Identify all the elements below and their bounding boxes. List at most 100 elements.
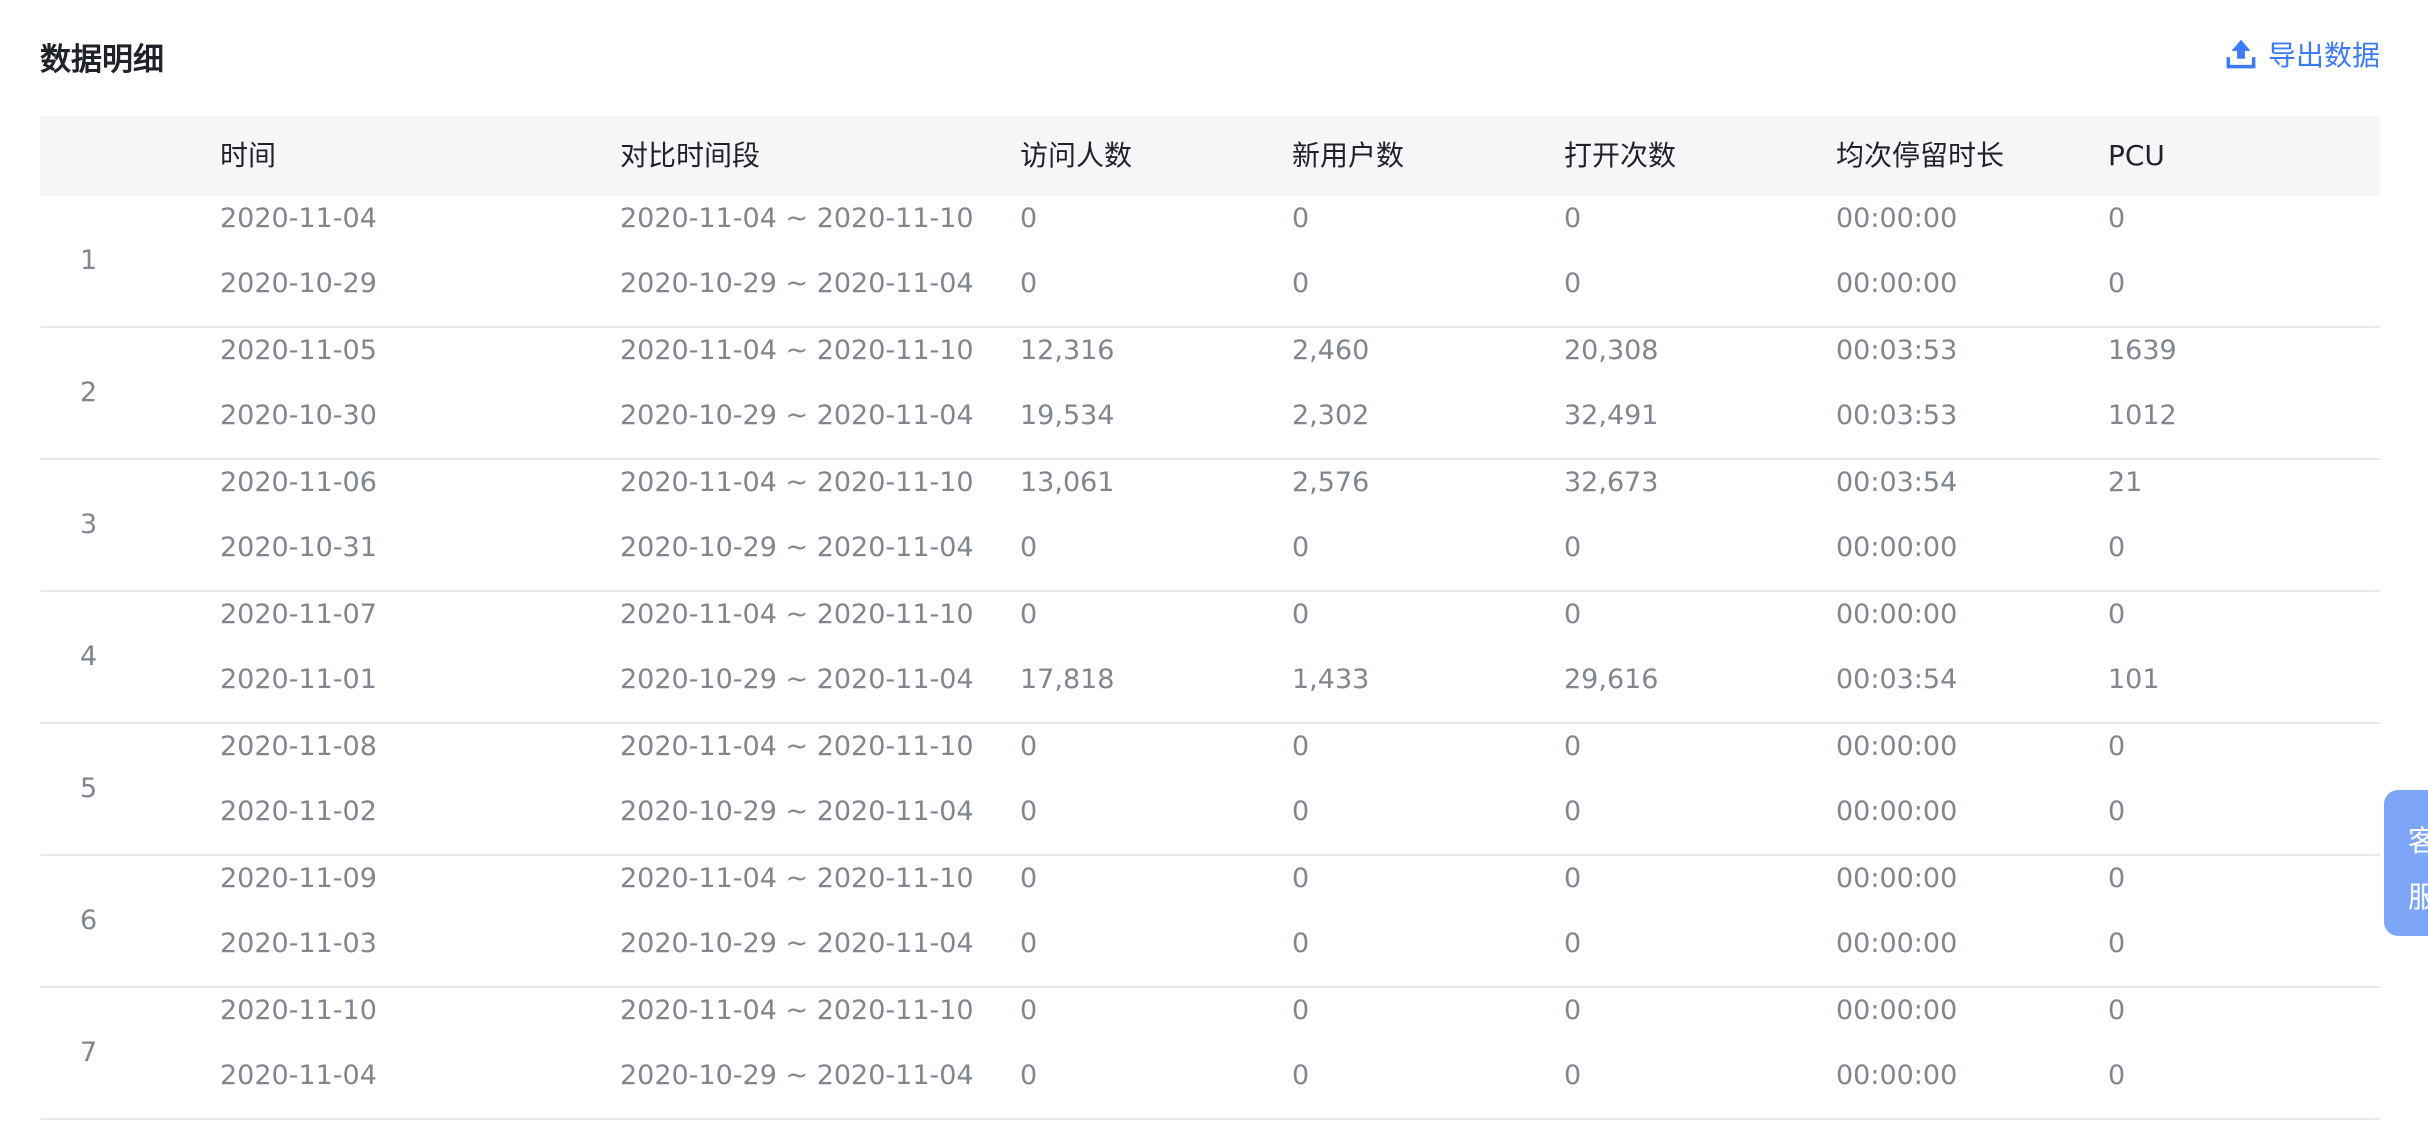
table-row: 2020-11-10 2020-11-04 ~ 2020-11-10 0 0 0 00:0… xyxy=(40,991,2380,1031)
column-header-avg-stay[interactable]: 均次停留时长 xyxy=(1836,116,2004,196)
cell-visitors: 0 xyxy=(1020,995,1038,1026)
cell-pcu: 0 xyxy=(2108,599,2126,630)
column-header-opens[interactable]: 打开次数 xyxy=(1564,116,1676,196)
table-row-group: 6 2020-11-09 2020-11-04 ~ 2020-11-10 0 0 0 00:… xyxy=(40,856,2380,988)
cell-pcu: 101 xyxy=(2108,664,2160,695)
table-body: 1 2020-11-04 2020-11-04 ~ 2020-11-10 0 0 0 00:… xyxy=(40,196,2380,1120)
cell-new-users: 2,302 xyxy=(1292,400,1370,431)
cell-opens: 0 xyxy=(1564,731,1582,762)
table-row-group: 3 2020-11-06 2020-11-04 ~ 2020-11-10 13,061… xyxy=(40,460,2380,592)
column-header-new-users[interactable]: 新用户数 xyxy=(1292,116,1404,196)
cell-compare-period: 2020-10-29 ~ 2020-11-04 xyxy=(620,1060,974,1091)
cell-compare-period: 2020-10-29 ~ 2020-11-04 xyxy=(620,268,974,299)
data-detail-table: 时间 对比时间段 访问人数 新用户数 打开次数 均次停留时长 PCU 1 2020… xyxy=(40,116,2380,1120)
cell-time: 2020-11-04 xyxy=(220,1060,377,1091)
column-header-visitors[interactable]: 访问人数 xyxy=(1020,116,1132,196)
cell-avg-stay: 00:00:00 xyxy=(1836,268,1958,299)
cell-new-users: 0 xyxy=(1292,203,1310,234)
cell-opens: 0 xyxy=(1564,268,1582,299)
table-row: 2020-11-08 2020-11-04 ~ 2020-11-10 0 0 0 00:0… xyxy=(40,727,2380,767)
cell-pcu: 0 xyxy=(2108,1060,2126,1091)
column-header-compare-period[interactable]: 对比时间段 xyxy=(620,116,760,196)
cell-avg-stay: 00:00:00 xyxy=(1836,1060,1958,1091)
cell-new-users: 0 xyxy=(1292,268,1310,299)
cell-opens: 20,308 xyxy=(1564,335,1659,366)
cell-opens: 0 xyxy=(1564,928,1582,959)
cell-visitors: 13,061 xyxy=(1020,467,1115,498)
cell-time: 2020-11-10 xyxy=(220,995,377,1026)
cell-opens: 0 xyxy=(1564,532,1582,563)
cell-new-users: 0 xyxy=(1292,928,1310,959)
export-data-label: 导出数据 xyxy=(2267,39,2380,72)
customer-service-tab[interactable]: 客 服 xyxy=(2384,790,2428,936)
cell-pcu: 1012 xyxy=(2108,400,2177,431)
cell-pcu: 0 xyxy=(2108,268,2126,299)
cell-pcu: 0 xyxy=(2108,532,2126,563)
cell-pcu: 0 xyxy=(2108,731,2126,762)
cell-visitors: 12,316 xyxy=(1020,335,1115,366)
cell-visitors: 0 xyxy=(1020,863,1038,894)
cell-new-users: 0 xyxy=(1292,599,1310,630)
cell-avg-stay: 00:00:00 xyxy=(1836,731,1958,762)
cell-compare-period: 2020-10-29 ~ 2020-11-04 xyxy=(620,532,974,563)
cell-time: 2020-11-07 xyxy=(220,599,377,630)
cell-visitors: 0 xyxy=(1020,599,1038,630)
table-row-group: 7 2020-11-10 2020-11-04 ~ 2020-11-10 0 0 0 00:… xyxy=(40,988,2380,1120)
table-row: 2020-11-09 2020-11-04 ~ 2020-11-10 0 0 0 00:0… xyxy=(40,859,2380,899)
cell-opens: 32,673 xyxy=(1564,467,1659,498)
cell-pcu: 0 xyxy=(2108,995,2126,1026)
cell-new-users: 0 xyxy=(1292,1060,1310,1091)
cell-new-users: 0 xyxy=(1292,995,1310,1026)
cell-compare-period: 2020-10-29 ~ 2020-11-04 xyxy=(620,796,974,827)
column-header-pcu[interactable]: PCU xyxy=(2108,116,2165,196)
table-row-group: 1 2020-11-04 2020-11-04 ~ 2020-11-10 0 0 0 00:… xyxy=(40,196,2380,328)
cell-avg-stay: 00:03:54 xyxy=(1836,664,1958,695)
cell-visitors: 19,534 xyxy=(1020,400,1115,431)
cell-avg-stay: 00:00:00 xyxy=(1836,796,1958,827)
cell-avg-stay: 00:03:53 xyxy=(1836,400,1958,431)
cell-opens: 0 xyxy=(1564,599,1582,630)
cell-opens: 0 xyxy=(1564,995,1582,1026)
cell-compare-period: 2020-11-04 ~ 2020-11-10 xyxy=(620,467,974,498)
cell-time: 2020-11-08 xyxy=(220,731,377,762)
cell-avg-stay: 00:00:00 xyxy=(1836,532,1958,563)
table-row: 2020-10-31 2020-10-29 ~ 2020-11-04 0 0 0 00:0… xyxy=(40,528,2380,568)
cell-new-users: 0 xyxy=(1292,731,1310,762)
table-row: 2020-11-02 2020-10-29 ~ 2020-11-04 0 0 0 00:0… xyxy=(40,792,2380,832)
cell-new-users: 0 xyxy=(1292,863,1310,894)
table-row: 2020-11-07 2020-11-04 ~ 2020-11-10 0 0 0 00:0… xyxy=(40,595,2380,635)
table-row-group: 5 2020-11-08 2020-11-04 ~ 2020-11-10 0 0 0 00:… xyxy=(40,724,2380,856)
table-row: 2020-11-05 2020-11-04 ~ 2020-11-10 12,316 2… xyxy=(40,331,2380,371)
cell-new-users: 0 xyxy=(1292,532,1310,563)
cell-time: 2020-11-09 xyxy=(220,863,377,894)
customer-service-label-2: 服 xyxy=(2408,880,2428,914)
cell-opens: 32,491 xyxy=(1564,400,1659,431)
cell-compare-period: 2020-11-04 ~ 2020-11-10 xyxy=(620,731,974,762)
cell-time: 2020-11-01 xyxy=(220,664,377,695)
customer-service-label-1: 客 xyxy=(2408,824,2428,858)
cell-pcu: 1639 xyxy=(2108,335,2177,366)
cell-avg-stay: 00:00:00 xyxy=(1836,203,1958,234)
cell-visitors: 0 xyxy=(1020,796,1038,827)
cell-opens: 29,616 xyxy=(1564,664,1659,695)
table-row: 2020-11-06 2020-11-04 ~ 2020-11-10 13,061 2… xyxy=(40,463,2380,503)
cell-visitors: 0 xyxy=(1020,532,1038,563)
cell-avg-stay: 00:00:00 xyxy=(1836,599,1958,630)
table-row: 2020-11-04 2020-11-04 ~ 2020-11-10 0 0 0 00:0… xyxy=(40,199,2380,239)
cell-visitors: 0 xyxy=(1020,268,1038,299)
cell-compare-period: 2020-11-04 ~ 2020-11-10 xyxy=(620,335,974,366)
cell-compare-period: 2020-11-04 ~ 2020-11-10 xyxy=(620,203,974,234)
cell-time: 2020-11-05 xyxy=(220,335,377,366)
cell-new-users: 1,433 xyxy=(1292,664,1370,695)
cell-visitors: 17,818 xyxy=(1020,664,1115,695)
export-data-button[interactable]: 导出数据 xyxy=(2222,34,2380,74)
page-title: 数据明细 xyxy=(40,42,164,78)
cell-time: 2020-10-30 xyxy=(220,400,377,431)
table-row: 2020-11-01 2020-10-29 ~ 2020-11-04 17,818 1… xyxy=(40,660,2380,700)
cell-visitors: 0 xyxy=(1020,203,1038,234)
column-header-time[interactable]: 时间 xyxy=(220,116,276,196)
table-row-group: 2 2020-11-05 2020-11-04 ~ 2020-11-10 12,316… xyxy=(40,328,2380,460)
cell-pcu: 0 xyxy=(2108,203,2126,234)
cell-pcu: 0 xyxy=(2108,863,2126,894)
table-header: 时间 对比时间段 访问人数 新用户数 打开次数 均次停留时长 PCU xyxy=(40,116,2380,196)
